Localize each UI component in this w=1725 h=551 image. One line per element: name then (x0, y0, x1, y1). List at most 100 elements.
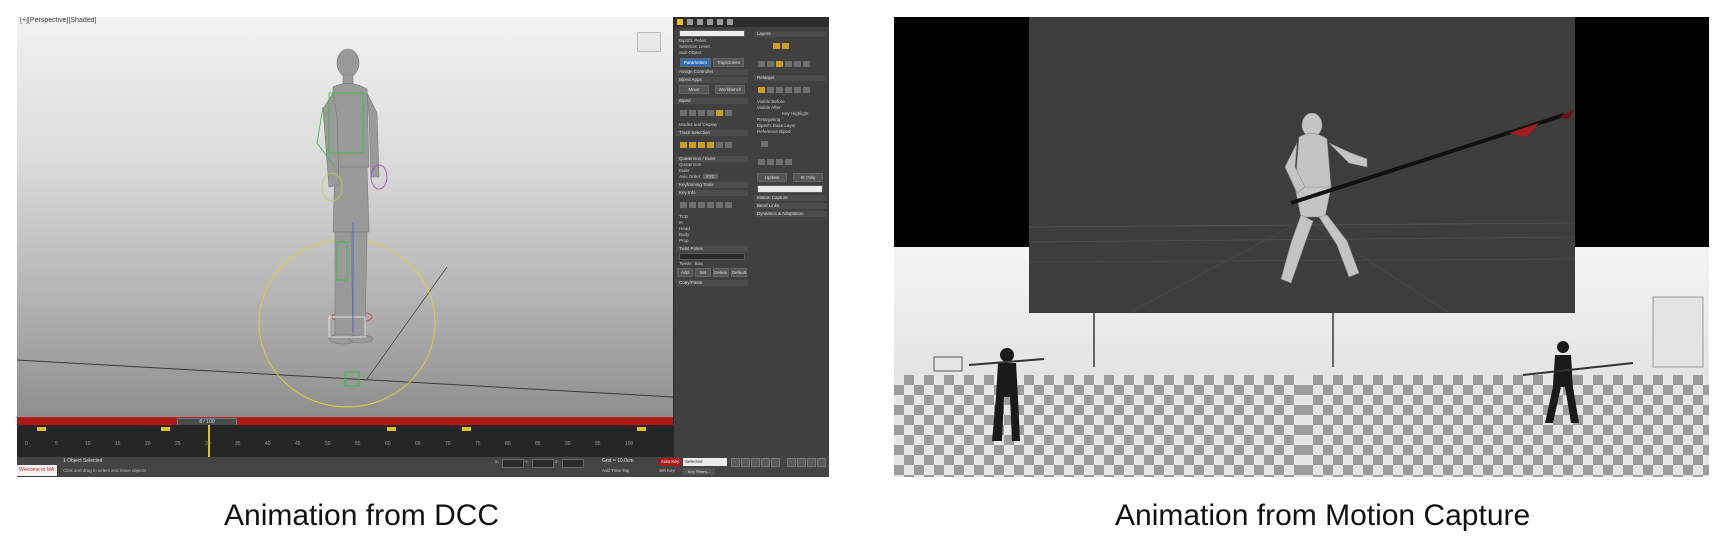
keyframe-marker[interactable] (161, 427, 170, 431)
retarget-left-arm-icon[interactable] (758, 159, 765, 165)
delete-button[interactable]: Delete (712, 268, 729, 277)
prev-key-icon[interactable] (680, 202, 687, 208)
keyframe-marker[interactable] (37, 427, 46, 431)
snap-layer-icon[interactable] (803, 61, 810, 67)
layer-down-icon[interactable] (782, 43, 789, 49)
go-to-end-icon[interactable] (771, 458, 780, 467)
layer-icon-6[interactable] (803, 87, 810, 93)
layer-icon-4[interactable] (785, 87, 792, 93)
track-bar[interactable]: 0 5 10 15 20 25 30 35 40 45 50 55 60 65 … (17, 425, 673, 457)
y-coordinate-field[interactable] (532, 459, 554, 468)
key-mode-select[interactable]: Selected (683, 458, 727, 466)
next-frame-icon[interactable] (761, 458, 770, 467)
go-to-start-icon[interactable] (731, 458, 740, 467)
x-coordinate-field[interactable] (502, 459, 524, 468)
object-name-field[interactable] (679, 30, 745, 37)
mixer-button[interactable]: Mixer (679, 85, 709, 94)
timeline-tick: 40 (265, 441, 271, 447)
add-button[interactable]: Add (677, 268, 693, 277)
load-file-icon[interactable] (716, 110, 723, 116)
axis-order-select[interactable]: XYZ (702, 174, 718, 179)
timeline-tick: 90 (565, 441, 571, 447)
body-horizontal-icon[interactable] (680, 142, 687, 148)
copy-paste-rollout[interactable]: Copy/Paste (676, 280, 748, 286)
next-key-icon[interactable] (689, 202, 696, 208)
dynamics-adaptation-rollout[interactable]: Dynamics & Adaptation (754, 211, 826, 217)
set-key-icon[interactable] (698, 202, 705, 208)
bias-label: Bias (694, 261, 704, 266)
lock-com-icon[interactable] (707, 142, 714, 148)
collapse-layer-icon[interactable] (776, 61, 783, 67)
display-tab-icon[interactable] (717, 19, 723, 25)
update-button[interactable]: Update (757, 173, 787, 182)
perspective-viewport[interactable]: [+][Perspective][Shaded] (17, 17, 673, 417)
layer-icon-2[interactable] (767, 87, 774, 93)
footstep-mode-icon[interactable] (689, 110, 696, 116)
layer-options-icon[interactable] (794, 61, 801, 67)
symmetrical-icon[interactable] (716, 142, 723, 148)
layer-up-icon[interactable] (773, 43, 780, 49)
motion-capture-rollout[interactable]: Motion Capture (754, 195, 826, 201)
active-layer-icon[interactable] (785, 61, 792, 67)
body-vertical-icon[interactable] (689, 142, 696, 148)
previous-frame-icon[interactable] (741, 458, 750, 467)
keyframe-marker[interactable] (462, 427, 471, 431)
z-coordinate-field[interactable] (562, 459, 584, 468)
timeline-range-bar[interactable] (17, 417, 673, 425)
motion-capture-composite (894, 17, 1709, 477)
body-rotation-icon[interactable] (698, 142, 705, 148)
opposite-icon[interactable] (725, 142, 732, 148)
prompt-line: Click and drag to select and move object… (63, 468, 147, 473)
set-key-button[interactable]: Set Key (659, 468, 675, 473)
tab-trajectories[interactable]: Trajectories (713, 58, 744, 67)
utilities-tab-icon[interactable] (727, 19, 733, 25)
timeline-tick: 95 (595, 441, 601, 447)
workbench-button[interactable]: Workbench (715, 85, 745, 94)
set-sliding-key-icon[interactable] (716, 202, 723, 208)
retarget-right-leg-icon[interactable] (785, 159, 792, 165)
autokey-button[interactable]: Auto Key (659, 458, 681, 466)
create-layer-icon[interactable] (758, 61, 765, 67)
assign-controller-rollout[interactable]: Assign Controller (676, 69, 748, 75)
figure-mode-icon[interactable] (680, 110, 687, 116)
pan-icon[interactable] (797, 458, 806, 467)
add-time-tag-button[interactable]: Add Time Tag (602, 468, 629, 473)
ik-only-checkbox[interactable]: IK Only (793, 173, 823, 182)
maximize-viewport-icon[interactable] (817, 458, 826, 467)
motion-flow-icon[interactable] (698, 110, 705, 116)
retarget-left-leg-icon[interactable] (776, 159, 783, 165)
set-free-key-icon[interactable] (725, 202, 732, 208)
pick-biped-icon[interactable] (761, 141, 768, 147)
mocap-3d-viewport[interactable] (1029, 17, 1575, 313)
keyframe-marker[interactable] (637, 427, 646, 431)
key-filters-button[interactable]: Key Filters... (683, 468, 715, 475)
reference-layer-icon[interactable] (758, 87, 765, 93)
create-tab-icon[interactable] (677, 19, 683, 25)
layer-icon-3[interactable] (776, 87, 783, 93)
prop-label[interactable]: Prop (676, 238, 748, 244)
keyframe-marker[interactable] (387, 427, 396, 431)
delete-layer-icon[interactable] (767, 61, 774, 67)
play-icon[interactable] (751, 458, 760, 467)
modes-display-label[interactable]: Modes and Display (676, 122, 748, 128)
set-planted-key-icon[interactable] (707, 202, 714, 208)
zoom-icon[interactable] (787, 458, 796, 467)
bend-links-rollout[interactable]: Bend Links (754, 203, 826, 209)
maxscript-listener[interactable]: Welcome to MA (17, 465, 57, 476)
retarget-name-field[interactable] (757, 185, 823, 193)
hierarchy-tab-icon[interactable] (697, 19, 703, 25)
layer-icon-5[interactable] (794, 87, 801, 93)
timeline[interactable]: 8 / 100 0 5 10 15 20 25 30 35 40 45 50 5… (17, 417, 673, 457)
modify-tab-icon[interactable] (687, 19, 693, 25)
twist-pose-select[interactable] (679, 253, 745, 260)
tab-parameters[interactable]: Parameters (680, 58, 711, 67)
keyframing-tools-rollout[interactable]: Keyframing Tools (676, 182, 748, 188)
mixer-mode-icon[interactable] (707, 110, 714, 116)
save-file-icon[interactable] (725, 110, 732, 116)
twist-poses-rollout[interactable]: Twist Poses (676, 246, 748, 252)
motion-tab-icon[interactable] (707, 19, 713, 25)
default-button[interactable]: Default (730, 268, 747, 277)
set-button[interactable]: Set (694, 268, 711, 277)
orbit-icon[interactable] (807, 458, 816, 467)
retarget-right-arm-icon[interactable] (767, 159, 774, 165)
